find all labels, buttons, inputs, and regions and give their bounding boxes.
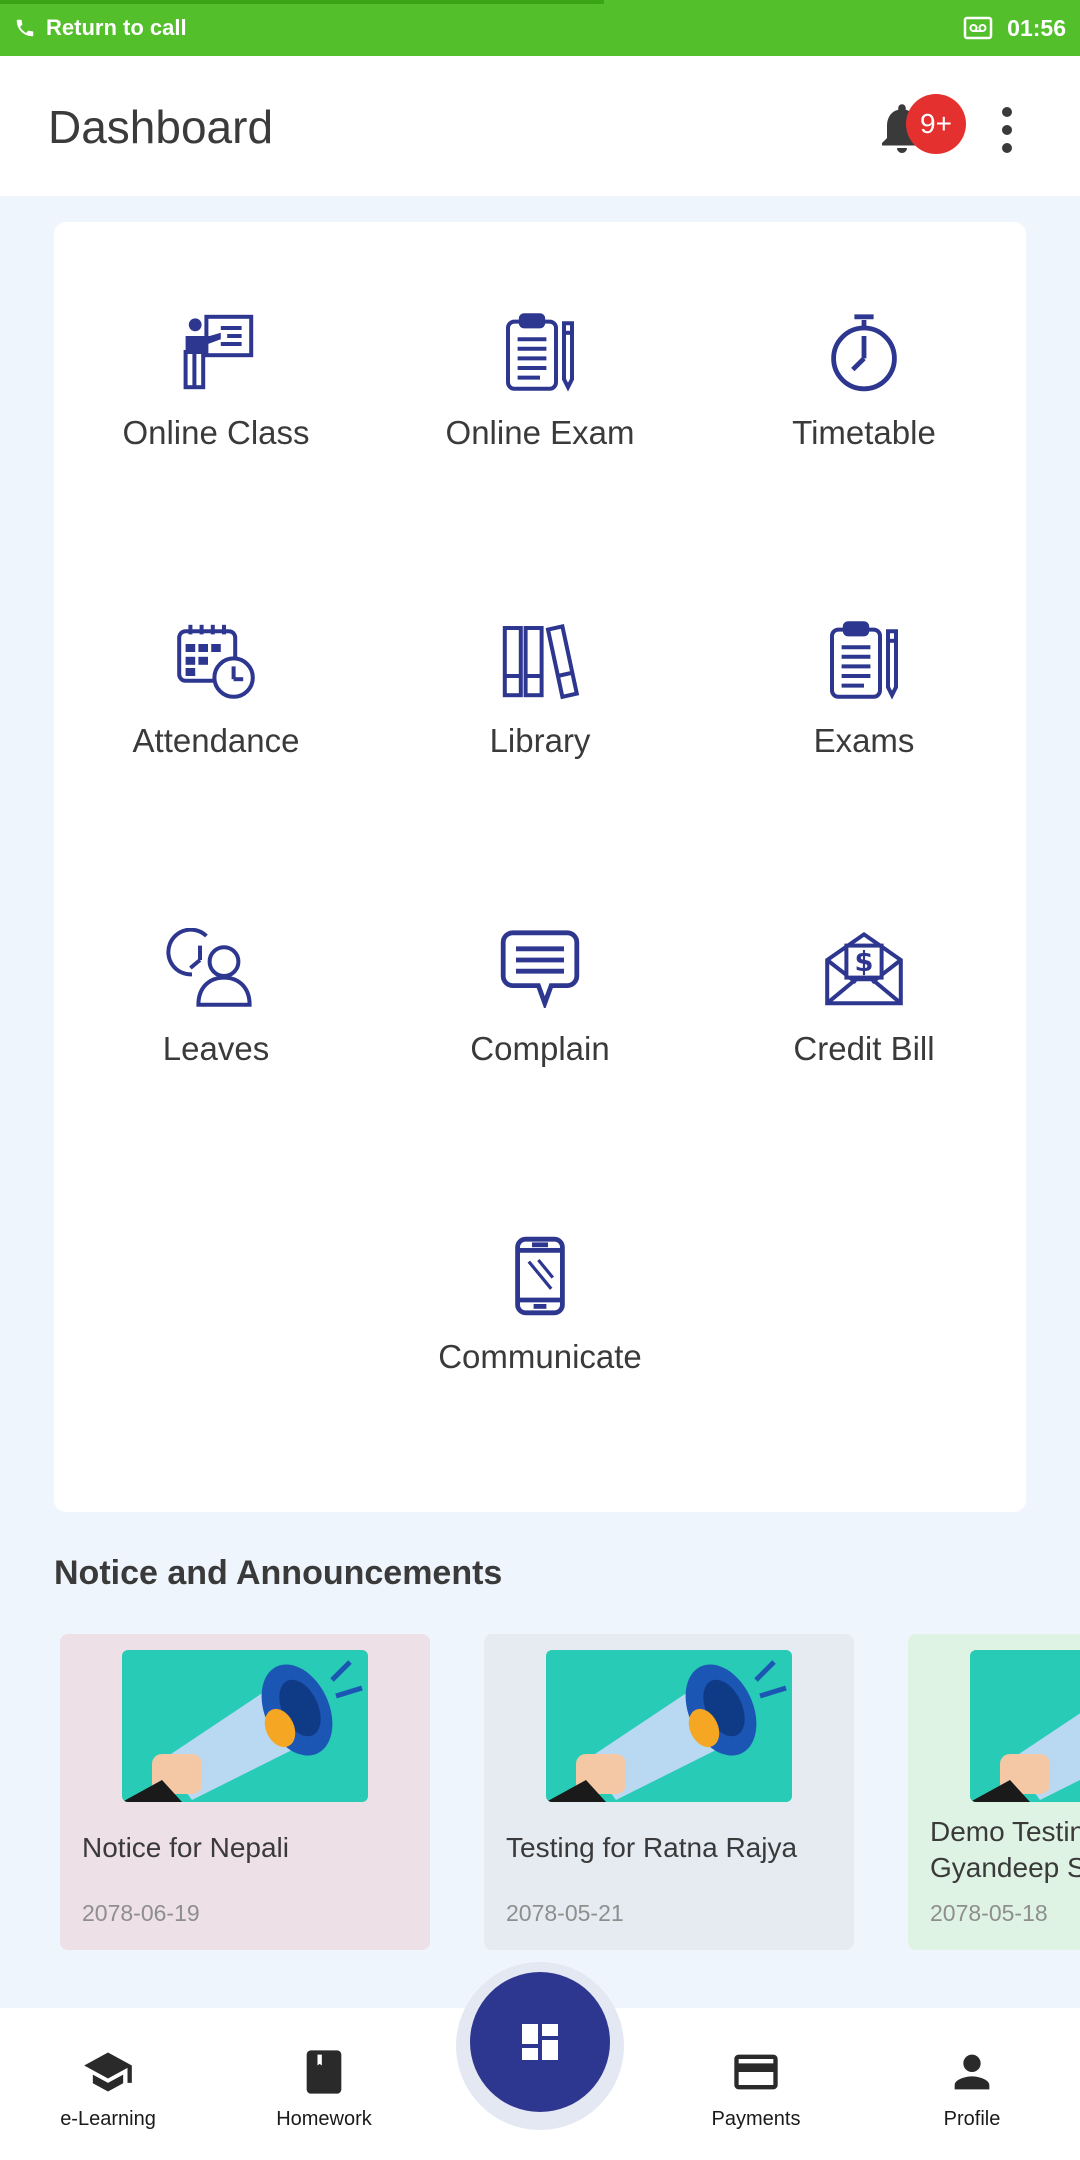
- tile-label: Communicate: [438, 1338, 642, 1375]
- chat-bubble-icon: [500, 930, 580, 1008]
- notice-card[interactable]: Notice for Nepali 2078-06-19: [60, 1634, 430, 1950]
- tile-label: Complain: [470, 1030, 610, 1067]
- nav-label: Profile: [943, 2108, 1001, 2130]
- person-icon: [954, 2054, 990, 2090]
- dashboard-grid: Online Class Online Exam Timetable Atten…: [54, 222, 1026, 1512]
- nav-label: Payments: [711, 2108, 801, 2130]
- nav-profile[interactable]: Profile: [904, 2008, 1040, 2160]
- credit-card-icon: [734, 2054, 778, 2090]
- app-header: Dashboard 9+: [0, 56, 1080, 196]
- section-title-notices: Notice and Announcements: [54, 1554, 503, 1592]
- nav-e-learning[interactable]: e-Learning: [40, 2008, 176, 2160]
- tile-label: Online Class: [122, 414, 310, 451]
- notice-title: Notice for Nepali: [82, 1832, 289, 1863]
- envelope-dollar-icon: $: [825, 931, 903, 1006]
- book-icon: [306, 2050, 342, 2094]
- calendar-clock-icon: [177, 624, 255, 699]
- call-progress: [0, 0, 604, 4]
- tile-online-exam[interactable]: Online Exam: [378, 222, 702, 452]
- megaphone-image: [546, 1650, 792, 1802]
- notice-title: Testing for Ratna Rajya: [506, 1832, 798, 1863]
- nav-label: e-Learning: [60, 2108, 156, 2130]
- tile-timetable[interactable]: Timetable: [702, 222, 1026, 452]
- notice-title: Demo Testin Gyandeep Sc: [930, 1814, 1080, 1886]
- books-icon: [502, 624, 580, 700]
- notice-title-line: Demo Testin: [930, 1816, 1080, 1847]
- phone-icon: [16, 19, 34, 37]
- tile-online-class[interactable]: Online Class: [54, 222, 378, 452]
- mobile-phone-icon: [515, 1236, 565, 1316]
- tile-label: Library: [489, 722, 591, 759]
- tile-credit-bill[interactable]: $ Credit Bill: [702, 838, 1026, 1068]
- notice-date: 2078-05-21: [506, 1900, 624, 1926]
- graduation-cap-icon: [84, 2052, 132, 2092]
- tile-complain[interactable]: Complain: [378, 838, 702, 1068]
- tile-library[interactable]: Library: [378, 530, 702, 760]
- notification-badge[interactable]: 9+: [906, 94, 966, 154]
- tile-label: Timetable: [792, 414, 936, 451]
- dashboard-fab-button[interactable]: [470, 1972, 610, 2112]
- megaphone-image: [970, 1650, 1080, 1802]
- nav-homework[interactable]: Homework: [256, 2008, 392, 2160]
- megaphone-image: [122, 1650, 368, 1802]
- stopwatch-icon: [831, 314, 897, 392]
- voicemail-icon: [963, 16, 993, 40]
- return-to-call-bar[interactable]: Return to call 01:56: [0, 0, 1080, 56]
- nav-payments[interactable]: Payments: [688, 2008, 824, 2160]
- tile-exams[interactable]: Exams: [702, 530, 1026, 760]
- clipboard-icon: [506, 313, 574, 392]
- notice-date: 2078-05-18: [930, 1900, 1048, 1926]
- tile-label: Leaves: [162, 1030, 270, 1067]
- tile-communicate[interactable]: Communicate: [378, 1146, 702, 1376]
- notice-date: 2078-06-19: [82, 1900, 200, 1926]
- user-clock-icon: [166, 928, 252, 1007]
- notice-title-line: Gyandeep Sc: [930, 1852, 1080, 1883]
- call-text: Return to call: [46, 15, 187, 40]
- dashboard-icon: [522, 2024, 558, 2060]
- tile-label: Credit Bill: [793, 1030, 935, 1067]
- tile-label: Exams: [813, 722, 915, 759]
- page-title: Dashboard: [48, 101, 274, 153]
- presentation-icon: [183, 314, 254, 390]
- tile-label: Online Exam: [445, 414, 635, 451]
- clock: 01:56: [1007, 14, 1066, 41]
- tile-leaves[interactable]: Leaves: [54, 838, 378, 1068]
- nav-label: Homework: [276, 2108, 372, 2130]
- notice-card[interactable]: Demo Testin Gyandeep Sc 2078-05-18: [908, 1634, 1080, 1950]
- tile-label: Attendance: [132, 722, 300, 759]
- notice-card[interactable]: Testing for Ratna Rajya 2078-05-21: [484, 1634, 854, 1950]
- tile-attendance[interactable]: Attendance: [54, 530, 378, 760]
- svg-text:$: $: [855, 947, 874, 978]
- more-vert-icon[interactable]: [990, 100, 1024, 160]
- clipboard-pencil-icon: [830, 621, 898, 700]
